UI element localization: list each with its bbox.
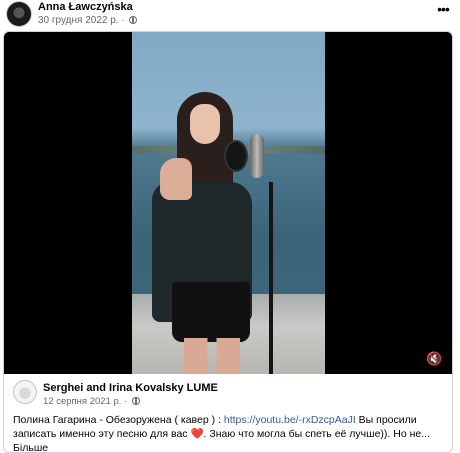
more-options-button[interactable]: ••• (434, 2, 452, 20)
youtube-link[interactable]: https://youtu.be/-rxDzcpAaJI (224, 414, 356, 426)
author-avatar[interactable] (6, 1, 32, 27)
shared-post-meta: 12 серпня 2021 р. · (43, 396, 140, 407)
singer-legs (184, 338, 240, 374)
singer-face (190, 104, 220, 144)
singer-shoulder (160, 158, 192, 200)
video-frame (132, 32, 325, 374)
shared-post-card: 🔇 Serghei and Irina Kovalsky LUME 12 сер… (3, 31, 453, 453)
microphone (250, 134, 264, 178)
post-meta: 30 грудня 2022 р. · (38, 15, 138, 26)
singer-skirt (172, 282, 250, 342)
see-more-link[interactable]: Більше (13, 442, 48, 452)
text-part: . Знаю что могла бы спеть её лучше)). Но… (203, 428, 430, 440)
post-header: Anna Ławczyńska 30 грудня 2022 р. · ••• (6, 0, 454, 30)
shared-author-name[interactable]: Serghei and Irina Kovalsky LUME (43, 382, 218, 394)
globe-icon (129, 16, 138, 24)
text-part: Полина Гагарина - Обезоружена ( кавер ) … (13, 414, 224, 426)
author-name[interactable]: Anna Ławczyńska (38, 1, 133, 13)
meta-separator: · (121, 396, 130, 407)
heart-icon: ❤️ (190, 428, 204, 440)
meta-separator: · (118, 15, 128, 26)
shared-author-avatar[interactable] (13, 380, 37, 404)
microphone-stand (269, 182, 273, 374)
mute-icon[interactable]: 🔇 (426, 352, 442, 366)
shared-post-header: Serghei and Irina Kovalsky LUME 12 серпн… (13, 380, 433, 408)
shared-post-text: Полина Гагарина - Обезоружена ( кавер ) … (13, 413, 437, 452)
post-date[interactable]: 30 грудня 2022 р. (38, 15, 119, 26)
shared-post-date[interactable]: 12 серпня 2021 р. (43, 396, 121, 407)
video-player[interactable]: 🔇 (4, 32, 452, 374)
globe-icon (131, 397, 140, 405)
pop-filter (224, 140, 248, 172)
